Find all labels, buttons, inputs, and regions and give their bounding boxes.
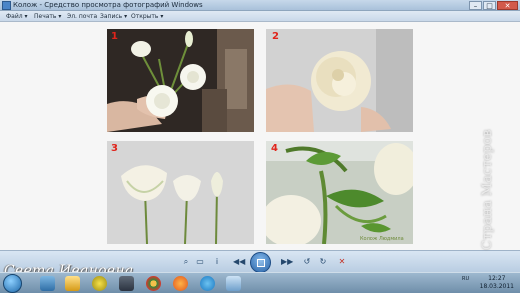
rotate-right-icon[interactable]: ↻ (317, 257, 329, 267)
folder-icon[interactable] (65, 276, 80, 291)
photo-4-number: 4 (271, 143, 278, 154)
clock-time: 12:27 (488, 275, 506, 282)
menu-open[interactable]: Открыть ▾ (131, 11, 163, 22)
photo-1-image (107, 29, 254, 132)
start-button[interactable] (3, 274, 22, 293)
image-viewer: 1 2 3 4 Колож Людмила (0, 22, 520, 250)
photo-4-signature: Колож Людмила (360, 236, 404, 242)
menu-bar: Файл ▾ Печать ▾ Эл. почта Запись ▾ Откры… (0, 11, 520, 22)
photo-1-number: 1 (111, 31, 118, 42)
rotate-left-icon[interactable]: ↺ (301, 257, 313, 267)
language-indicator[interactable]: RU (462, 275, 469, 283)
window-title: Колож - Средство просмотра фотографий Wi… (13, 1, 203, 9)
slideshow-icon (257, 259, 265, 267)
chrome-icon[interactable] (146, 276, 161, 291)
photo-viewer-taskbar-icon[interactable] (226, 276, 241, 291)
explorer-icon[interactable] (40, 276, 55, 291)
menu-file[interactable]: Файл ▾ (6, 11, 28, 22)
clock[interactable]: 12:27 18.03.2011 (480, 275, 514, 291)
menu-email[interactable]: Эл. почта (67, 11, 97, 22)
actual-size-icon[interactable]: ▭ (194, 257, 206, 267)
taskbar: RU 12:27 18.03.2011 (0, 272, 520, 293)
firefox-icon[interactable] (173, 276, 188, 291)
previous-icon[interactable]: ◀◀ (233, 257, 245, 267)
photo-2-image (266, 29, 413, 132)
photo-3-number: 3 (111, 143, 118, 154)
site-watermark: Страна Мастеров (480, 129, 495, 250)
maximize-button[interactable]: □ (483, 1, 496, 10)
menu-print[interactable]: Печать ▾ (34, 11, 61, 22)
photo-2: 2 (266, 29, 413, 132)
close-button[interactable]: ✕ (497, 1, 518, 10)
skype-icon[interactable] (200, 276, 215, 291)
app-icon-4[interactable] (119, 276, 134, 291)
photo-1: 1 (107, 29, 254, 132)
menu-burn[interactable]: Запись ▾ (100, 11, 127, 22)
photo-3-image (107, 141, 254, 244)
delete-icon[interactable]: ✕ (336, 257, 348, 267)
photo-4-image (266, 141, 413, 244)
media-icon[interactable] (92, 276, 107, 291)
window-titlebar: Колож - Средство просмотра фотографий Wi… (0, 0, 520, 11)
photo-2-number: 2 (272, 31, 279, 42)
info-icon[interactable]: i (211, 257, 223, 267)
zoom-icon[interactable]: ⌕ (180, 257, 192, 267)
next-icon[interactable]: ▶▶ (281, 257, 293, 267)
minimize-button[interactable]: – (469, 1, 482, 10)
photo-4: 4 Колож Людмила (266, 141, 413, 244)
photo-3: 3 (107, 141, 254, 244)
photo-viewer-icon (2, 1, 11, 10)
clock-date: 18.03.2011 (479, 283, 514, 290)
slideshow-button[interactable] (250, 252, 271, 273)
